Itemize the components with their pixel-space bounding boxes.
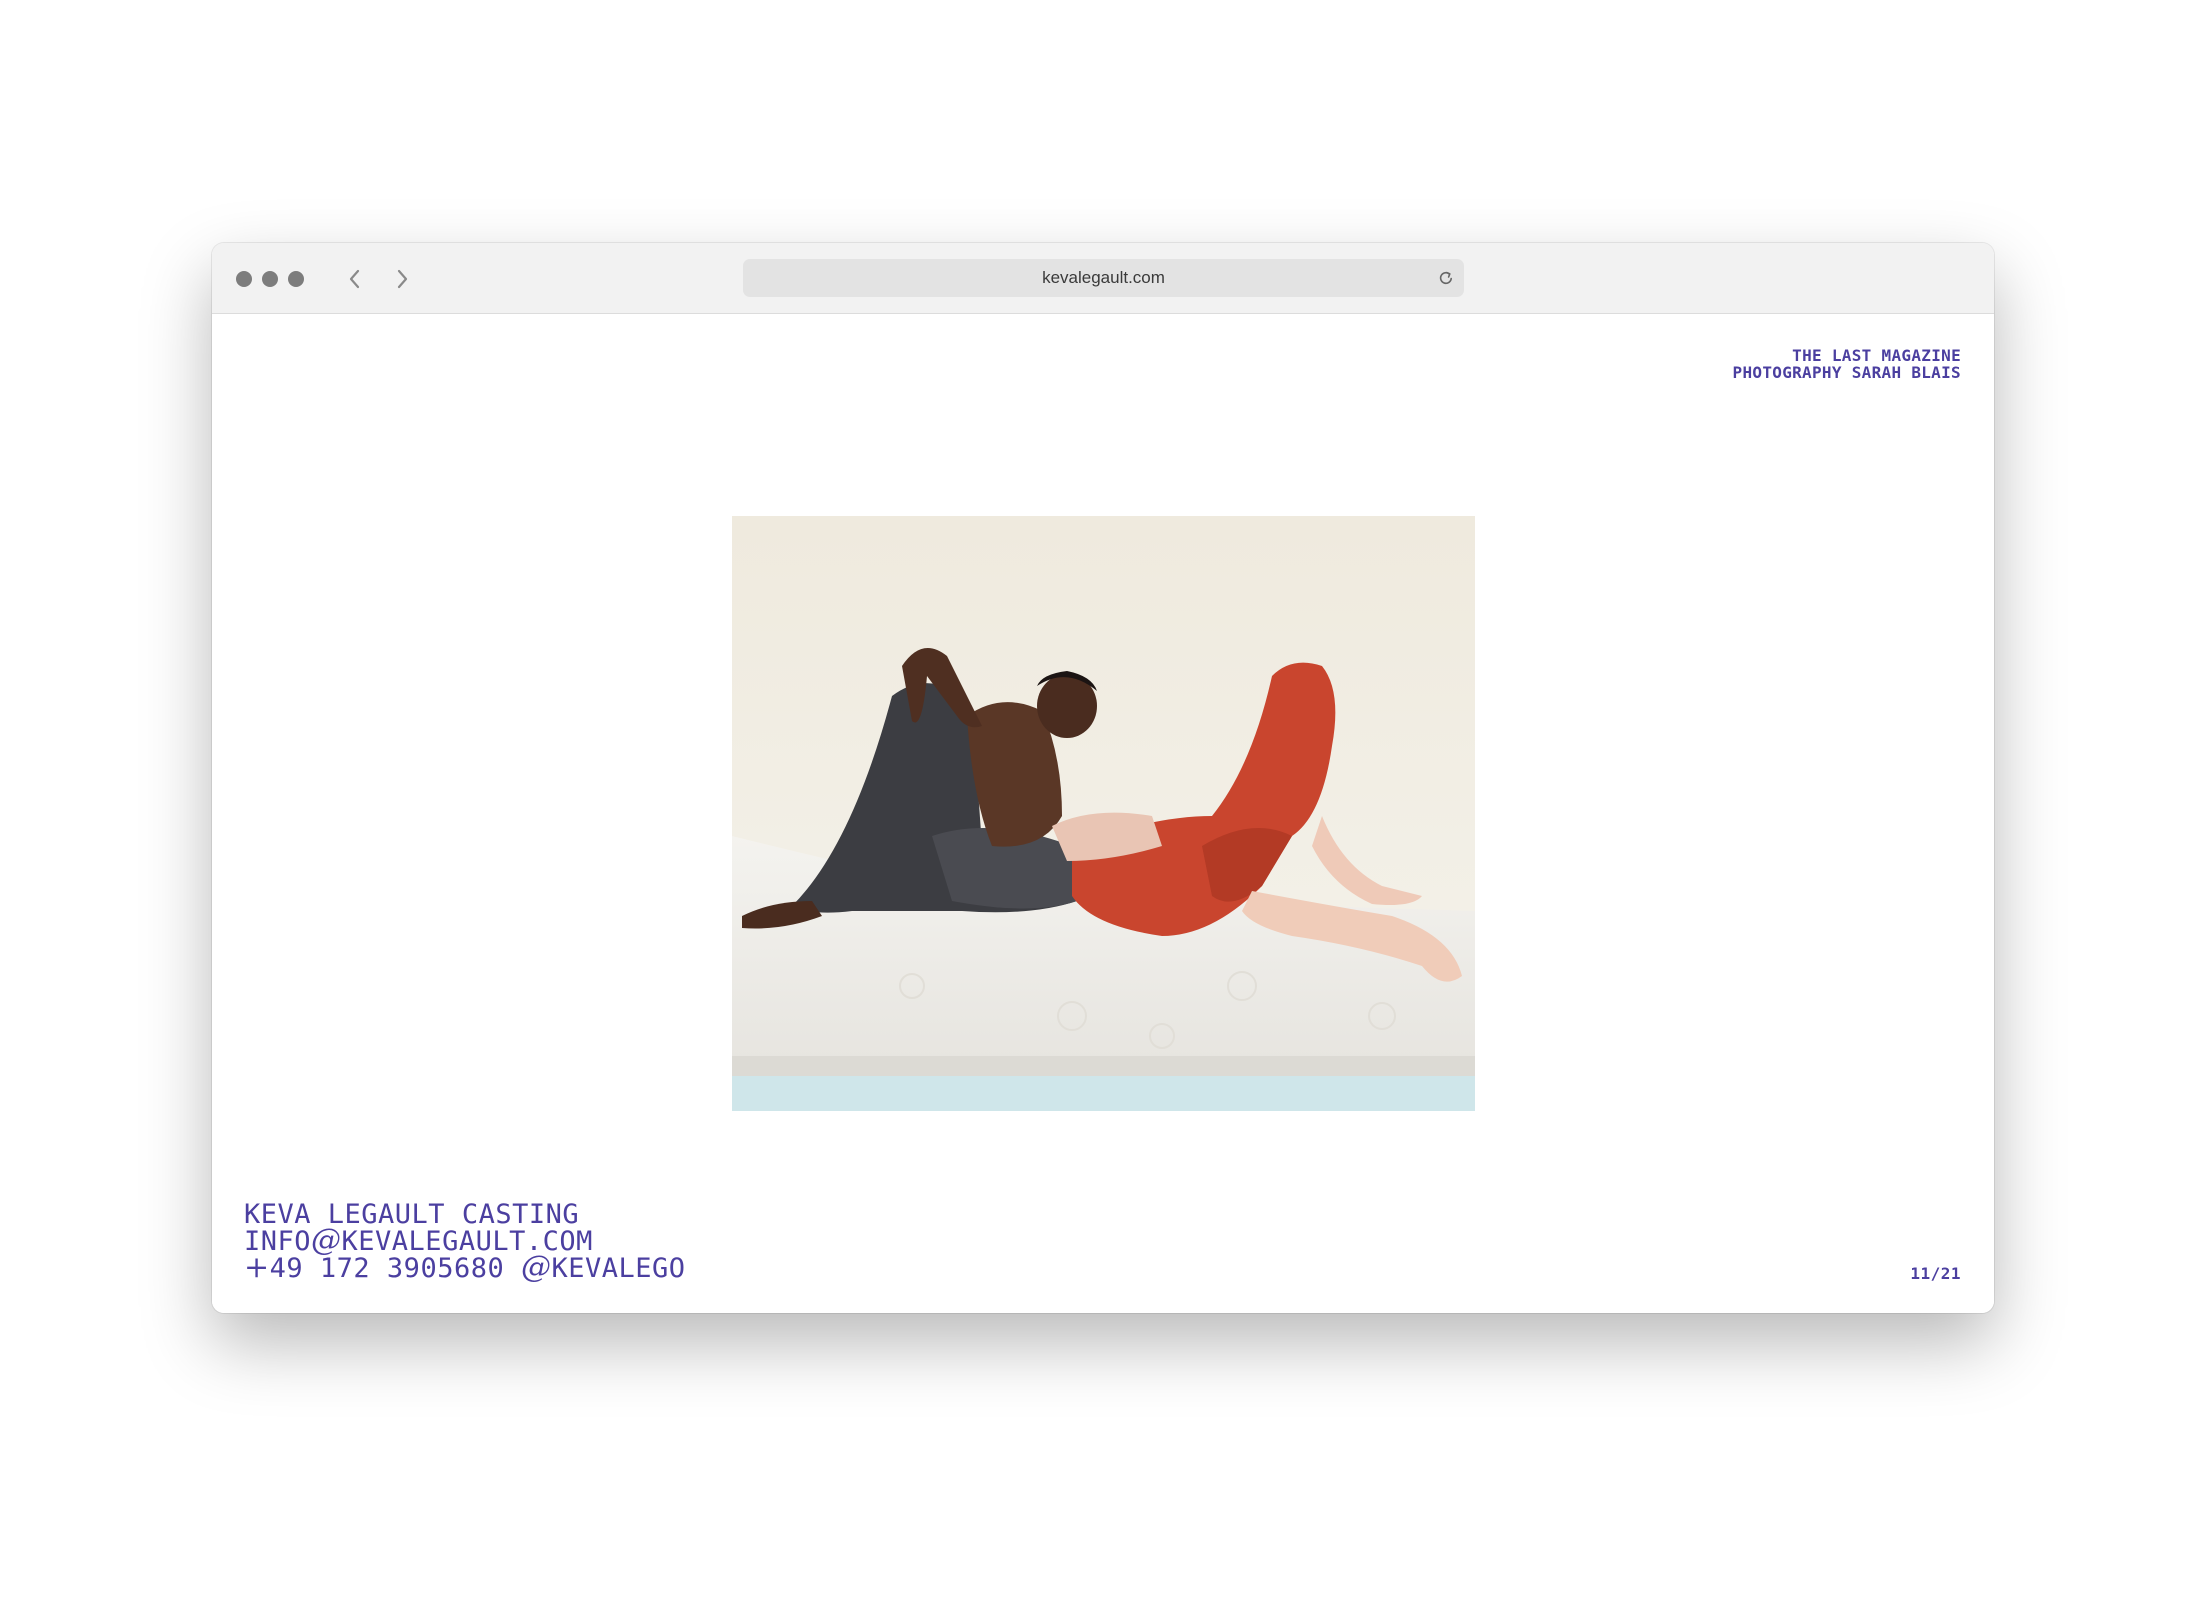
photo-credit: THE LAST MAGAZINE PHOTOGRAPHY SARAH BLAI… xyxy=(1733,347,1961,381)
email-link[interactable]: INFO@KEVALEGAULT.COM xyxy=(244,1226,686,1256)
minimize-window-dot[interactable] xyxy=(262,271,278,287)
phone-link[interactable]: +49 172 3905680 xyxy=(244,1253,504,1284)
photo-illustration xyxy=(732,516,1475,1111)
contact-block: KEVA LEGAULT CASTING INFO@KEVALEGAULT.CO… xyxy=(244,1201,686,1284)
url-text: kevalegault.com xyxy=(1042,268,1165,287)
handle-at-symbol: @ xyxy=(520,1250,552,1285)
close-window-dot[interactable] xyxy=(236,271,252,287)
instagram-link[interactable]: @KEVALEGO xyxy=(521,1253,686,1284)
gallery-photo[interactable] xyxy=(732,516,1475,1111)
address-bar[interactable]: kevalegault.com xyxy=(743,259,1464,297)
slide-counter: 11/21 xyxy=(1910,1264,1961,1283)
back-button[interactable] xyxy=(341,265,369,293)
browser-window: kevalegault.com THE LAST MAGAZINE PHOTOG… xyxy=(212,243,1994,1313)
reload-button[interactable] xyxy=(1436,268,1456,288)
plus-symbol: + xyxy=(244,1250,270,1285)
chevron-left-icon xyxy=(349,269,360,289)
zoom-window-dot[interactable] xyxy=(288,271,304,287)
chevron-right-icon xyxy=(397,269,408,289)
credit-photographer: PHOTOGRAPHY SARAH BLAIS xyxy=(1732,363,1961,382)
forward-button[interactable] xyxy=(388,265,416,293)
reload-icon xyxy=(1439,271,1452,285)
instagram-handle: KEVALEGO xyxy=(551,1253,686,1284)
browser-titlebar: kevalegault.com xyxy=(212,243,1994,314)
page-content: THE LAST MAGAZINE PHOTOGRAPHY SARAH BLAI… xyxy=(212,314,1994,1313)
phone-number: 49 172 3905680 xyxy=(269,1253,505,1284)
credit-publication: THE LAST MAGAZINE xyxy=(1792,346,1961,365)
